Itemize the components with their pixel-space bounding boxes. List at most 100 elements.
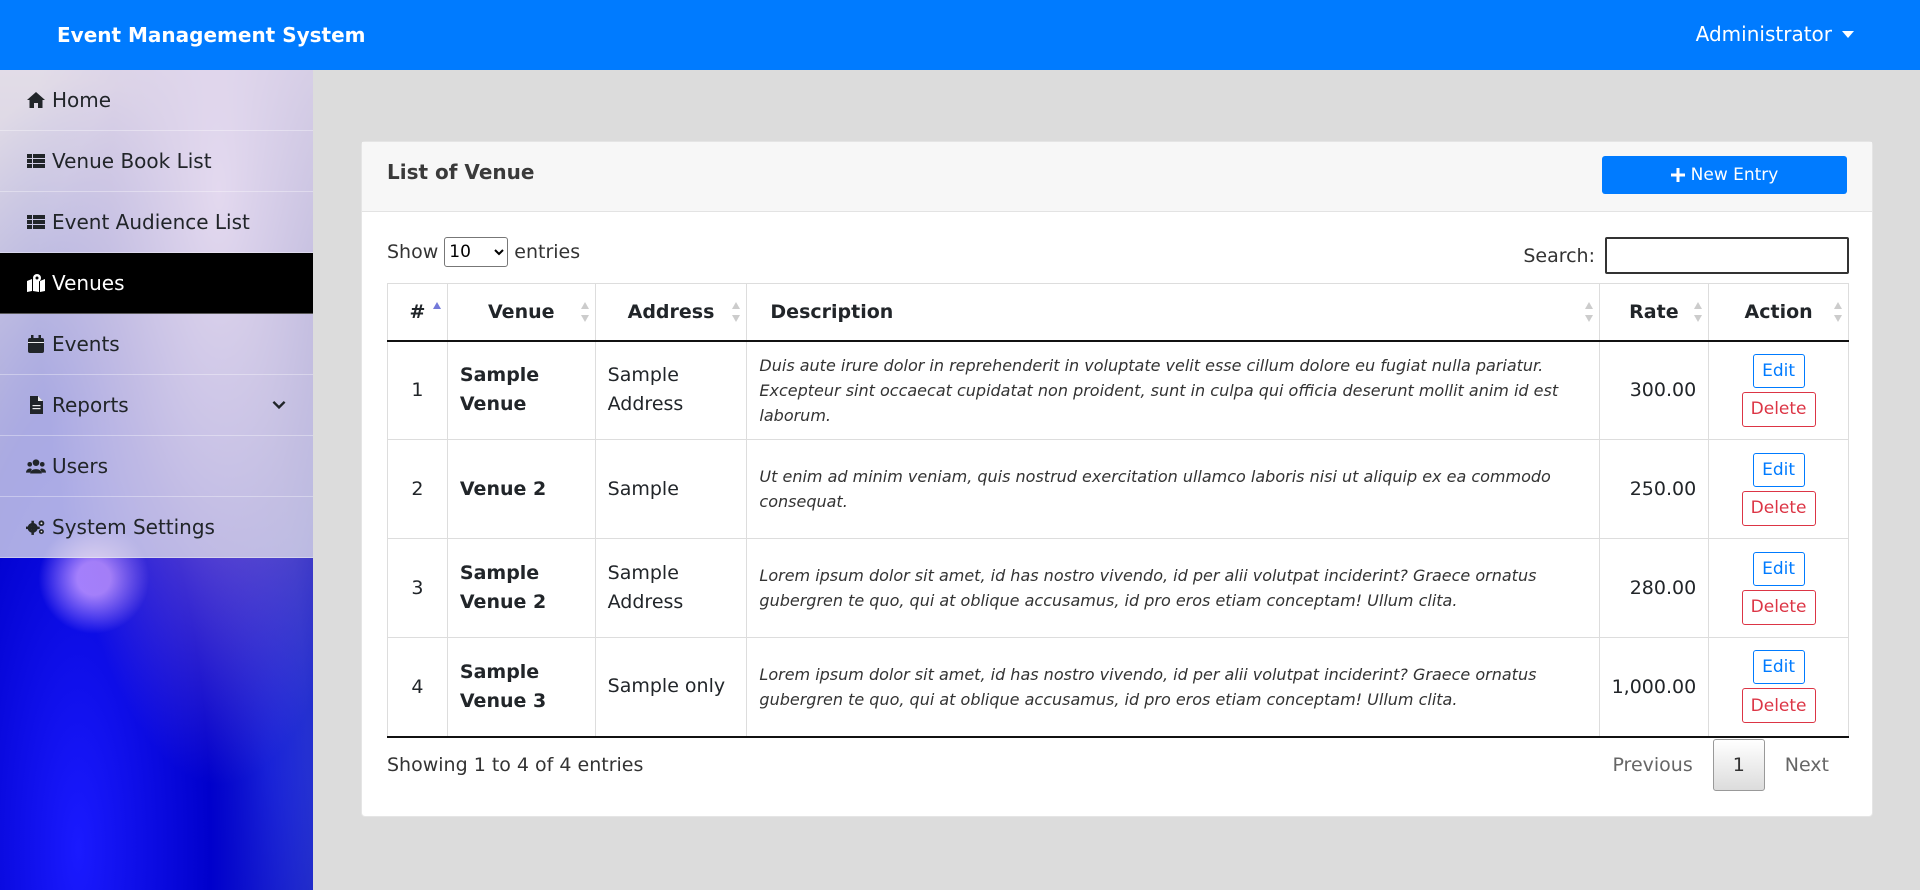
cell-address: Sample Address xyxy=(594,340,748,440)
sidebar-item-label: Events xyxy=(52,332,120,356)
sidebar-item-label: Home xyxy=(52,88,112,112)
new-entry-label: New Entry xyxy=(1690,165,1779,185)
page-size-select[interactable]: 102550100 xyxy=(444,237,509,267)
cell-rate: 300.00 xyxy=(1598,340,1710,440)
sort-asc-icon xyxy=(432,302,441,322)
table-header-row: # Venue Address Description Rate Action xyxy=(387,283,1849,342)
cell-rate: 280.00 xyxy=(1598,538,1710,638)
cell-actions: Edit Delete xyxy=(1708,637,1849,738)
cell-description: Lorem ipsum dolor sit amet, id has nostr… xyxy=(746,637,1600,738)
file-icon xyxy=(30,396,43,414)
sort-icon xyxy=(1694,302,1703,322)
cell-description: Ut enim ad minim veniam, quis nostrud ex… xyxy=(746,439,1600,539)
sort-icon xyxy=(732,302,741,322)
sidebar-item-users[interactable]: Users xyxy=(0,436,313,497)
header-label: Rate xyxy=(1629,300,1679,323)
previous-page-button[interactable]: Previous xyxy=(1592,739,1712,791)
header-label: Description xyxy=(770,300,894,323)
cell-address: Sample Address xyxy=(594,538,748,638)
cogs-icon xyxy=(26,520,45,535)
app-brand[interactable]: Event Management System xyxy=(57,23,366,47)
cell-venue: Sample Venue xyxy=(446,340,596,440)
calendar-icon xyxy=(28,335,44,353)
chevron-down-icon xyxy=(272,400,286,410)
edit-button[interactable]: Edit xyxy=(1752,551,1805,586)
sidebar: Home Venue Book List Event Audience List… xyxy=(0,70,313,890)
entries-label: entries xyxy=(514,241,581,263)
next-page-button[interactable]: Next xyxy=(1765,739,1849,791)
user-menu[interactable]: Administrator xyxy=(1696,22,1854,46)
cell-venue: Sample Venue 3 xyxy=(446,637,596,738)
column-header-number[interactable]: # xyxy=(387,283,448,342)
cell-address: Sample xyxy=(594,439,748,539)
sidebar-item-label: Venue Book List xyxy=(52,149,212,173)
caret-down-icon xyxy=(1842,30,1854,38)
header-label: Action xyxy=(1744,300,1813,323)
search-label: Search: xyxy=(1523,244,1595,267)
sidebar-item-system-settings[interactable]: System Settings xyxy=(0,497,313,558)
edit-button[interactable]: Edit xyxy=(1752,353,1805,388)
delete-button[interactable]: Delete xyxy=(1741,688,1816,724)
header-label: # xyxy=(409,300,426,323)
new-entry-button[interactable]: New Entry xyxy=(1602,156,1847,194)
header-label: Venue xyxy=(488,300,555,323)
plus-icon xyxy=(1670,168,1685,182)
cell-address: Sample only xyxy=(594,637,748,738)
sidebar-item-venue-book-list[interactable]: Venue Book List xyxy=(0,131,313,192)
sidebar-item-label: Venues xyxy=(52,271,125,295)
table-row: 1 Sample Venue Sample Address Duis aute … xyxy=(387,340,1849,440)
cell-description: Duis aute irure dolor in reprehenderit i… xyxy=(746,340,1600,440)
sidebar-item-events[interactable]: Events xyxy=(0,314,313,375)
cell-rate: 1,000.00 xyxy=(1598,637,1710,738)
top-navbar: Event Management System Administrator xyxy=(0,0,1920,70)
list-icon xyxy=(27,215,45,229)
sidebar-item-venues[interactable]: Venues xyxy=(0,253,313,314)
user-name: Administrator xyxy=(1695,22,1832,46)
pagination: Previous 1 Next xyxy=(1592,739,1849,791)
sort-icon xyxy=(1584,302,1593,322)
delete-button[interactable]: Delete xyxy=(1741,589,1816,625)
users-icon xyxy=(26,459,46,474)
cell-actions: Edit Delete xyxy=(1708,538,1849,638)
column-header-description[interactable]: Description xyxy=(746,283,1600,342)
cell-number: 1 xyxy=(387,340,448,440)
cell-rate: 250.00 xyxy=(1598,439,1710,539)
cell-number: 2 xyxy=(387,439,448,539)
delete-button[interactable]: Delete xyxy=(1741,490,1816,526)
venue-table: # Venue Address Description Rate Action … xyxy=(387,283,1849,738)
sidebar-item-label: Event Audience List xyxy=(52,210,250,234)
delete-button[interactable]: Delete xyxy=(1741,391,1816,427)
cell-actions: Edit Delete xyxy=(1708,340,1849,440)
card-header: List of Venue New Entry xyxy=(362,142,1872,212)
map-marked-icon xyxy=(27,274,45,292)
page-length-control: Show 102550100 entries xyxy=(387,237,580,267)
sidebar-item-event-audience-list[interactable]: Event Audience List xyxy=(0,192,313,253)
edit-button[interactable]: Edit xyxy=(1752,452,1805,487)
column-header-action[interactable]: Action xyxy=(1708,283,1849,342)
column-header-venue[interactable]: Venue xyxy=(446,283,596,342)
search-control: Search: xyxy=(1523,237,1849,274)
sort-icon xyxy=(1834,302,1842,322)
cell-venue: Sample Venue 2 xyxy=(446,538,596,638)
sidebar-nav: Home Venue Book List Event Audience List… xyxy=(0,70,313,558)
column-header-rate[interactable]: Rate xyxy=(1598,283,1710,342)
table-row: 3 Sample Venue 2 Sample Address Lorem ip… xyxy=(387,538,1849,638)
sidebar-item-home[interactable]: Home xyxy=(0,70,313,131)
sidebar-item-label: Reports xyxy=(52,393,129,417)
venue-list-card: List of Venue New Entry Show 102550100 e… xyxy=(361,141,1873,817)
edit-button[interactable]: Edit xyxy=(1752,650,1805,685)
column-header-address[interactable]: Address xyxy=(594,283,748,342)
home-icon xyxy=(27,92,45,108)
search-input[interactable] xyxy=(1605,237,1849,274)
cell-number: 3 xyxy=(387,538,448,638)
sidebar-item-reports[interactable]: Reports xyxy=(0,375,313,436)
table-controls: Show 102550100 entries Search: xyxy=(387,235,1849,275)
table-info: Showing 1 to 4 of 4 entries xyxy=(387,754,644,776)
page-1-button[interactable]: 1 xyxy=(1712,739,1765,791)
cell-venue: Venue 2 xyxy=(446,439,596,539)
show-label: Show xyxy=(387,241,439,263)
sidebar-item-label: Users xyxy=(52,454,109,478)
header-label: Address xyxy=(627,300,715,323)
table-row: 4 Sample Venue 3 Sample only Lorem ipsum… xyxy=(387,637,1849,738)
page-title: List of Venue xyxy=(387,160,535,184)
